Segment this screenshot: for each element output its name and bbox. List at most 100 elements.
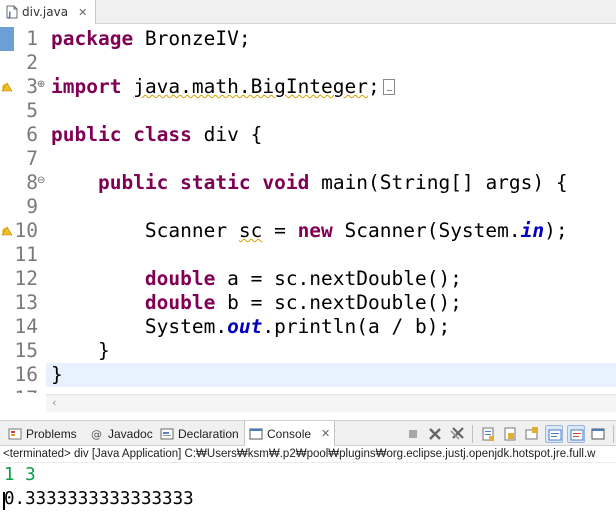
code-token: ); <box>544 219 568 242</box>
line-number: 5 <box>26 99 38 122</box>
terminate-icon[interactable] <box>404 425 422 443</box>
gutter-row: ⊖ 8 <box>0 171 46 195</box>
panel-tab-bar: Problems @ Javadoc Declaration Console ✕ <box>0 420 616 446</box>
code-token: main(String[] args) { <box>309 171 568 194</box>
current-marker-bar <box>0 27 14 51</box>
line-number: 13 <box>14 291 38 314</box>
close-icon[interactable]: ✕ <box>321 427 330 440</box>
line-number: 2 <box>26 51 38 74</box>
code-line[interactable]: } <box>51 339 110 363</box>
keyword-token: double <box>144 291 216 314</box>
console-icon <box>249 427 263 441</box>
editor-tab-title: div.java <box>22 5 69 19</box>
at-icon: @ <box>90 427 104 441</box>
problems-icon <box>8 427 22 441</box>
keyword-token: static <box>180 171 251 194</box>
console-input-line: 1 3 <box>4 465 36 485</box>
current-code-line[interactable]: } <box>46 363 616 387</box>
show-on-error-icon[interactable] <box>567 425 585 443</box>
line-number-gutter: 12⊕3567⊖891011121314151617 <box>0 25 46 393</box>
warning-icon[interactable] <box>1 80 13 92</box>
word-wrap-icon[interactable] <box>501 425 519 443</box>
field-token: in <box>520 219 545 242</box>
gutter-row: 12 <box>0 267 46 291</box>
code-editor[interactable]: 12⊕3567⊖891011121314151617 package Bronz… <box>0 25 616 393</box>
field-token: out <box>227 315 263 338</box>
line-number: 1 <box>26 27 38 50</box>
code-token: } <box>51 363 63 386</box>
gutter-row: 10 <box>0 219 46 243</box>
line-number: 11 <box>14 243 38 266</box>
line-number: 15 <box>14 339 38 362</box>
console-toolbar <box>404 425 616 443</box>
gutter-row: ⊕ 3 <box>0 75 46 99</box>
gutter-row: 7 <box>0 147 46 171</box>
gutter-row: 15 <box>0 339 46 363</box>
scroll-left-icon[interactable]: ‹ <box>52 396 56 409</box>
code-token: Scanner <box>51 219 239 242</box>
tab-problems[interactable]: Problems <box>4 421 81 446</box>
console-output-line: 0.3333333333333333 <box>4 489 194 509</box>
gutter-row: 16 <box>0 363 46 387</box>
line-number: 9 <box>26 195 38 218</box>
gutter-row: 1 <box>0 27 46 51</box>
warning-icon[interactable] <box>1 224 13 236</box>
keyword-token: double <box>144 267 216 290</box>
keyword-token: public <box>97 171 169 194</box>
display-selected-console-icon[interactable] <box>589 425 607 443</box>
horizontal-scrollbar[interactable]: ‹ <box>46 394 616 412</box>
collapse-fold-icon[interactable]: ⊖ <box>37 175 45 186</box>
folded-imports-indicator[interactable] <box>382 79 395 95</box>
show-on-output-icon[interactable] <box>545 425 563 443</box>
close-icon[interactable]: ✕ <box>78 6 87 19</box>
svg-text:@: @ <box>91 428 102 441</box>
keyword-token: void <box>262 171 310 194</box>
code-token: sc <box>238 219 263 242</box>
remove-launch-icon[interactable] <box>426 425 444 443</box>
code-line[interactable]: import java.math.BigInteger; <box>51 75 395 99</box>
code-token: System. <box>51 315 228 338</box>
code-token: b = sc.nextDouble(); <box>215 291 462 314</box>
tab-declaration[interactable]: Declaration <box>156 421 243 446</box>
code-line[interactable]: package BronzeIV; <box>51 27 251 51</box>
scroll-lock-icon[interactable] <box>479 425 497 443</box>
code-area[interactable]: package BronzeIV; import java.math.BigInt… <box>46 25 616 393</box>
console-output[interactable]: 1 3 0.3333333333333333 <box>0 464 616 514</box>
tab-javadoc[interactable]: @ Javadoc <box>86 421 157 446</box>
java-file-icon: J <box>6 5 18 19</box>
svg-text:J: J <box>8 11 12 19</box>
line-number: 6 <box>26 123 38 146</box>
code-line[interactable]: public static void main(String[] args) { <box>51 171 568 195</box>
editor-tab-div-java[interactable]: J div.java ✕ <box>0 0 97 24</box>
code-token: .println(a / b); <box>262 315 451 338</box>
tab-console[interactable]: Console ✕ <box>244 421 336 446</box>
code-line[interactable]: System.out.println(a / b); <box>51 315 450 339</box>
code-token: Scanner(System. <box>332 219 521 242</box>
code-token: div { <box>191 123 263 146</box>
gutter-row: 13 <box>0 291 46 315</box>
toolbar-divider <box>472 425 473 443</box>
console-launch-header: <terminated> div [Java Application] C:₩U… <box>0 447 616 463</box>
keyword-token: import <box>51 75 122 98</box>
code-line[interactable]: public class div { <box>51 123 262 147</box>
remove-all-terminated-icon[interactable] <box>448 425 466 443</box>
code-token: ; <box>368 75 380 98</box>
expand-fold-icon[interactable]: ⊕ <box>37 79 45 90</box>
code-line[interactable]: double a = sc.nextDouble(); <box>51 267 462 291</box>
line-number: 16 <box>14 363 38 386</box>
line-number: 8 <box>26 171 38 194</box>
code-token: = <box>262 219 298 242</box>
gutter-row: 9 <box>0 195 46 219</box>
tab-javadoc-label: Javadoc <box>108 426 153 441</box>
code-line[interactable]: double b = sc.nextDouble(); <box>51 291 462 315</box>
code-line[interactable]: Scanner sc = new Scanner(System.in); <box>51 219 568 243</box>
gutter-row: 17 <box>0 387 46 393</box>
declaration-icon <box>160 427 174 441</box>
line-number: 3 <box>26 75 38 98</box>
pin-console-icon[interactable] <box>523 425 541 443</box>
